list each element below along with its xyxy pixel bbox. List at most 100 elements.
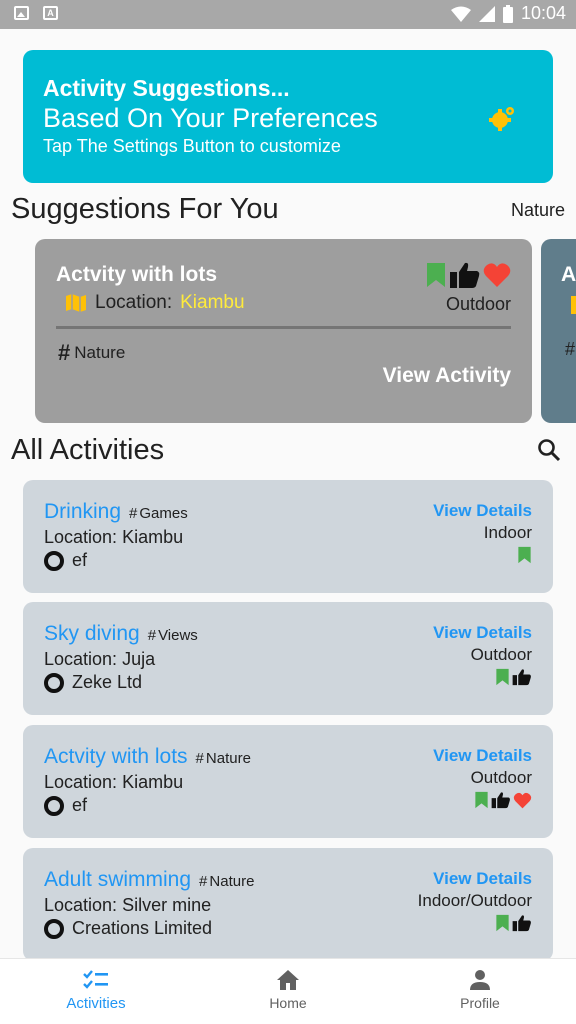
tag-label: Nature bbox=[205, 750, 251, 767]
hashtag-icon: # bbox=[147, 627, 157, 644]
organizer-name: ef bbox=[72, 795, 88, 815]
view-details-link[interactable]: View Details bbox=[433, 623, 532, 643]
nav-activities[interactable]: Activities bbox=[0, 959, 192, 1024]
activity-icons bbox=[517, 546, 532, 564]
heart-icon[interactable] bbox=[483, 262, 511, 288]
activity-name: Adult swimming bbox=[44, 868, 192, 891]
activity-icons bbox=[474, 791, 532, 809]
bookmark-icon[interactable] bbox=[425, 262, 447, 288]
location-label: Location: bbox=[95, 292, 173, 313]
activity-tag: # Games bbox=[129, 505, 188, 522]
home-icon bbox=[277, 970, 299, 990]
activity-location: Location: Silver mine bbox=[44, 895, 211, 916]
activity-location: Location: Kiambu bbox=[44, 772, 183, 793]
activity-card[interactable]: Sky diving # Views Location: Juja Zeke Lt… bbox=[23, 602, 553, 715]
activity-card[interactable]: Drinking # Games Location: Kiambu ef View… bbox=[23, 480, 553, 593]
organizer-icon bbox=[44, 550, 64, 571]
activity-card[interactable]: Actvity with lots # Nature Location: Kiam… bbox=[23, 725, 553, 838]
bookmark-icon[interactable] bbox=[495, 668, 510, 686]
search-icon[interactable] bbox=[537, 438, 561, 462]
next-card-title: A bbox=[561, 263, 576, 286]
thumbs-up-icon[interactable] bbox=[512, 668, 532, 686]
signal-icon bbox=[478, 5, 495, 22]
wifi-icon bbox=[450, 6, 471, 22]
tag-label: Nature bbox=[74, 343, 126, 362]
location-value: Kiambu bbox=[180, 292, 245, 313]
location-value: Silver mine bbox=[122, 895, 212, 915]
activity-organizer: ef bbox=[44, 795, 87, 816]
nav-label: Activities bbox=[66, 995, 126, 1012]
location-value: Juja bbox=[122, 649, 156, 669]
bottom-navigation: Activities Home Profile bbox=[0, 958, 576, 1024]
suggestion-location: Location: Kiambu bbox=[65, 292, 245, 314]
activity-type: Outdoor bbox=[470, 645, 532, 664]
thumbs-up-icon[interactable] bbox=[512, 914, 532, 932]
organizer-icon bbox=[44, 672, 64, 693]
activity-name: Sky diving bbox=[44, 622, 140, 645]
tag-label: Games bbox=[139, 505, 188, 522]
battery-icon bbox=[502, 4, 513, 23]
suggestion-card[interactable]: Actvity with lots Location: Kiambu Outdo… bbox=[35, 239, 532, 423]
hashtag-icon: # bbox=[199, 873, 208, 890]
nav-home[interactable]: Home bbox=[192, 959, 384, 1024]
location-label: Location: bbox=[44, 772, 118, 792]
activity-type: Indoor/Outdoor bbox=[417, 891, 532, 910]
hashtag-icon: # bbox=[129, 505, 138, 522]
preferences-banner[interactable]: Activity Suggestions... Based On Your Pr… bbox=[23, 50, 553, 183]
suggestion-filter[interactable]: Nature bbox=[511, 200, 565, 221]
activity-organizer: ef bbox=[44, 550, 87, 571]
organizer-name: Zeke Ltd bbox=[72, 672, 143, 692]
activity-organizer: Creations Limited bbox=[44, 918, 212, 939]
location-label: Location: bbox=[44, 895, 118, 915]
organizer-icon bbox=[44, 918, 64, 939]
location-label: Location: bbox=[44, 649, 118, 669]
banner-title: Activity Suggestions... bbox=[43, 75, 290, 101]
activity-organizer: Zeke Ltd bbox=[44, 672, 142, 693]
bookmark-icon[interactable] bbox=[495, 914, 510, 932]
view-details-link[interactable]: View Details bbox=[433, 746, 532, 766]
location-label: Location: bbox=[44, 527, 118, 547]
checklist-icon bbox=[83, 970, 108, 989]
map-icon bbox=[571, 296, 576, 314]
suggestions-heading: Suggestions For You bbox=[11, 193, 279, 225]
view-activity-button[interactable]: View Activity bbox=[383, 364, 511, 388]
activity-tag: # Views bbox=[148, 627, 198, 644]
heart-icon[interactable] bbox=[513, 792, 532, 809]
tag-label: Views bbox=[158, 627, 198, 644]
suggestion-card-next[interactable]: A # bbox=[541, 239, 576, 423]
app-notification-icon: A bbox=[43, 6, 58, 20]
activity-type: Outdoor bbox=[470, 768, 532, 787]
activity-icons bbox=[495, 914, 532, 932]
hashtag-icon: # bbox=[565, 339, 576, 359]
nav-profile[interactable]: Profile bbox=[384, 959, 576, 1024]
settings-gear-icon[interactable] bbox=[489, 104, 517, 132]
suggestion-icons bbox=[425, 261, 511, 289]
thumbs-up-icon[interactable] bbox=[449, 261, 481, 289]
organizer-name: Creations Limited bbox=[72, 918, 213, 938]
banner-hint: Tap The Settings Button to customize bbox=[43, 136, 341, 156]
activity-card[interactable]: Adult swimming # Nature Location: Silver … bbox=[23, 848, 553, 961]
activity-tag: # Nature bbox=[196, 750, 251, 767]
location-value: Kiambu bbox=[122, 527, 184, 547]
nav-label: Home bbox=[269, 995, 307, 1011]
all-activities-heading: All Activities bbox=[11, 434, 165, 466]
activity-tag: # Nature bbox=[199, 873, 254, 890]
thumbs-up-icon[interactable] bbox=[491, 791, 511, 809]
activity-location: Location: Juja bbox=[44, 649, 155, 670]
suggestion-title: Actvity with lots bbox=[56, 263, 218, 286]
hashtag-icon: # bbox=[195, 750, 204, 767]
map-icon bbox=[66, 294, 86, 312]
view-details-link[interactable]: View Details bbox=[433, 501, 532, 521]
bookmark-icon[interactable] bbox=[517, 546, 532, 564]
activity-type: Indoor bbox=[483, 523, 532, 542]
clock: 10:04 bbox=[520, 3, 566, 23]
suggestion-type: Outdoor bbox=[445, 294, 511, 314]
bookmark-icon[interactable] bbox=[474, 791, 489, 809]
nav-label: Profile bbox=[460, 995, 500, 1011]
location-value: Kiambu bbox=[122, 772, 184, 792]
tag-label: Nature bbox=[209, 873, 255, 890]
view-details-link[interactable]: View Details bbox=[433, 869, 532, 889]
hashtag-icon: # bbox=[58, 340, 71, 365]
activity-name: Drinking bbox=[44, 500, 122, 523]
status-bar: A 10:04 bbox=[0, 0, 576, 29]
